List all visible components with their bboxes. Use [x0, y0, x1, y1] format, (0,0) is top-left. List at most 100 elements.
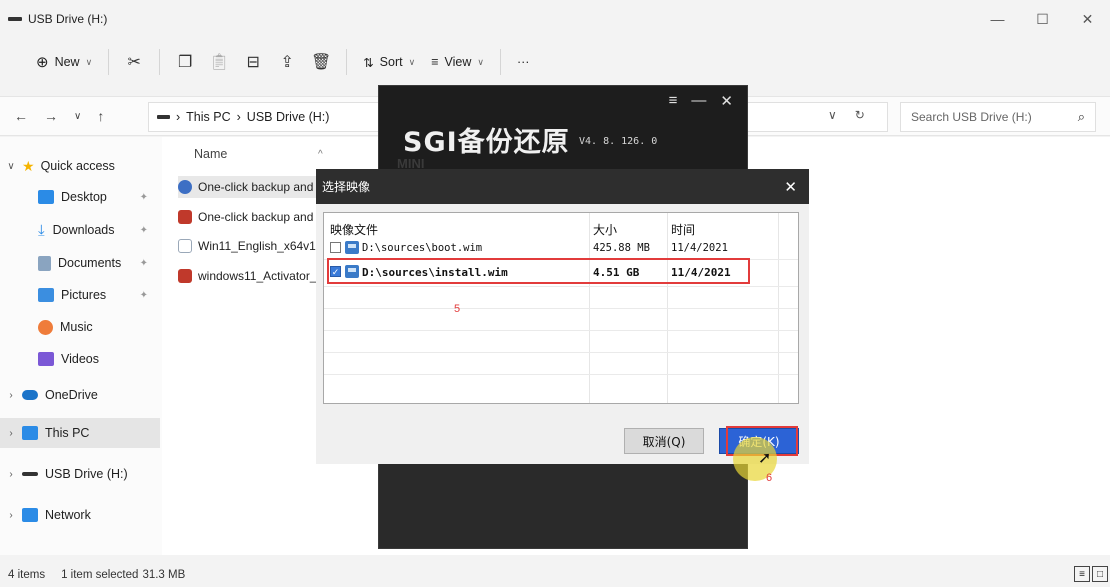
- view-toggle: ≡ □: [1074, 566, 1108, 582]
- download-icon: ⤓: [38, 221, 45, 239]
- sidebar-item-desktop[interactable]: Desktop ✦: [0, 182, 160, 212]
- sidebar-item-this-pc[interactable]: › This PC: [0, 418, 160, 448]
- breadcrumb-this-pc[interactable]: This PC: [186, 110, 230, 124]
- rename-icon: ⊟: [246, 54, 260, 71]
- sidebar-item-usb-drive[interactable]: › USB Drive (H:): [0, 459, 160, 489]
- sidebar-item-quick-access[interactable]: ∨ ★ Quick access: [0, 151, 160, 181]
- image-size: 425.88 MB: [593, 242, 650, 254]
- new-button-label: New: [54, 55, 80, 69]
- pin-icon: ✦: [139, 257, 148, 269]
- step-marker-5: 5: [454, 303, 461, 315]
- scissors-icon: ✂: [127, 54, 141, 71]
- image-path: D:\sources\boot.wim: [362, 242, 483, 254]
- search-placeholder: Search USB Drive (H:): [911, 110, 1032, 124]
- music-icon: [38, 319, 53, 335]
- sgi-app-icon: [178, 180, 192, 194]
- pictures-icon: [38, 288, 54, 302]
- sidebar-item-label: Videos: [61, 352, 99, 366]
- onedrive-icon: [22, 390, 38, 400]
- selection-count: 1 item selected: [61, 569, 139, 581]
- details-view-icon[interactable]: ≡: [1074, 566, 1090, 582]
- minimize-icon[interactable]: —: [691, 92, 706, 110]
- sidebar-item-downloads[interactable]: ⤓ Downloads ✦: [0, 215, 160, 245]
- more-options-button[interactable]: ···: [509, 46, 538, 78]
- sidebar-item-documents[interactable]: Documents ✦: [0, 248, 160, 278]
- sidebar-item-music[interactable]: Music: [0, 312, 160, 342]
- breadcrumb-separator-icon: ›: [176, 110, 181, 124]
- sort-ascending-icon: ^: [318, 149, 323, 160]
- sidebar-item-pictures[interactable]: Pictures ✦: [0, 280, 160, 310]
- new-button[interactable]: ⊕ New ∨: [28, 46, 100, 78]
- chevron-down-icon: ∨: [477, 56, 484, 67]
- sidebar-item-videos[interactable]: Videos: [0, 344, 160, 374]
- column-header-time[interactable]: 时间: [671, 221, 695, 238]
- archive-icon: [178, 269, 192, 283]
- column-header-name[interactable]: Name ^: [194, 147, 323, 161]
- chevron-right-icon[interactable]: ›: [0, 510, 22, 521]
- menu-icon[interactable]: ≡: [669, 92, 678, 110]
- trash-icon: 🗑︎: [311, 54, 332, 71]
- image-date: 11/4/2021: [671, 242, 728, 254]
- chevron-down-icon[interactable]: ∨: [0, 161, 22, 172]
- paste-button[interactable]: 📋︎: [202, 46, 236, 78]
- row-divider: [324, 352, 798, 353]
- copy-button[interactable]: ❐: [168, 46, 202, 78]
- view-button[interactable]: ≡ View ∨: [423, 46, 492, 78]
- address-history-chevron-icon[interactable]: ∨: [828, 108, 837, 122]
- navigation-pane: ∨ ★ Quick access Desktop ✦ ⤓ Downloads ✦…: [0, 137, 162, 555]
- tiles-view-icon[interactable]: □: [1092, 566, 1108, 582]
- sidebar-item-label: Documents: [58, 256, 122, 270]
- sidebar-item-label: Network: [45, 508, 91, 522]
- disc-image-icon: [178, 239, 192, 253]
- forward-arrow-icon[interactable]: →: [44, 108, 58, 124]
- up-arrow-icon[interactable]: ↑: [97, 108, 104, 124]
- cut-button[interactable]: ✂: [117, 46, 151, 78]
- chevron-right-icon[interactable]: ›: [0, 428, 22, 439]
- row-checkbox[interactable]: [330, 242, 341, 253]
- refresh-icon[interactable]: ↻: [855, 108, 865, 122]
- cancel-button[interactable]: 取消(Q): [624, 428, 704, 454]
- title-bar: USB Drive (H:) — ☐ ✕: [0, 0, 1110, 38]
- desktop-icon: [38, 190, 54, 204]
- close-icon[interactable]: ✕: [720, 92, 733, 110]
- videos-icon: [38, 352, 54, 366]
- rename-button[interactable]: ⊟: [236, 46, 270, 78]
- sidebar-item-label: Pictures: [61, 288, 107, 302]
- sidebar-item-network[interactable]: › Network: [0, 500, 160, 530]
- close-icon[interactable]: ✕: [784, 178, 797, 196]
- file-name: Win11_English_x64v1: [198, 239, 316, 253]
- column-header-label: Name: [194, 147, 228, 161]
- pin-icon: ✦: [139, 224, 148, 236]
- image-list: 映像文件 大小 时间 D:\sources\boot.wim 425.88 MB…: [323, 212, 799, 404]
- chevron-right-icon[interactable]: ›: [0, 469, 22, 480]
- column-header-size[interactable]: 大小: [593, 221, 617, 238]
- search-input[interactable]: Search USB Drive (H:) ⌕: [900, 102, 1096, 132]
- sidebar-item-label: USB Drive (H:): [45, 467, 128, 481]
- maximize-button[interactable]: ☐: [1020, 0, 1065, 38]
- sgi-window-controls: ≡ — ✕: [669, 92, 733, 110]
- breadcrumb-usb-drive[interactable]: USB Drive (H:): [247, 110, 330, 124]
- window-title: USB Drive (H:): [28, 12, 108, 26]
- usb-drive-icon: [22, 472, 38, 476]
- copy-icon: ❐: [178, 54, 193, 71]
- sidebar-item-label: Downloads: [52, 223, 115, 237]
- sidebar-item-onedrive[interactable]: › OneDrive: [0, 380, 160, 410]
- share-button[interactable]: ⇪: [270, 46, 304, 78]
- command-bar: ⊕ New ∨ ✂ ❐ 📋︎ ⊟ ⇪ 🗑︎ ⇅ Sort ∨ ≡ View ∨ …: [0, 38, 1110, 86]
- sort-button[interactable]: ⇅ Sort ∨: [355, 46, 423, 78]
- file-name: windows11_Activator_: [198, 269, 317, 283]
- minimize-button[interactable]: —: [975, 0, 1020, 38]
- back-arrow-icon[interactable]: ←: [14, 108, 28, 124]
- delete-button[interactable]: 🗑︎: [304, 46, 338, 78]
- toolbar-divider: [159, 49, 161, 75]
- network-icon: [22, 508, 38, 522]
- pin-icon: ✦: [139, 191, 148, 203]
- recent-chevron-icon[interactable]: ∨: [74, 111, 81, 122]
- close-button[interactable]: ✕: [1065, 0, 1110, 38]
- sidebar-item-label: Quick access: [40, 159, 115, 173]
- search-icon: ⌕: [1077, 109, 1085, 124]
- chevron-right-icon[interactable]: ›: [0, 390, 22, 401]
- toolbar-divider: [108, 49, 110, 75]
- mouse-pointer-icon: ➚: [758, 450, 772, 467]
- column-header-image-file[interactable]: 映像文件: [330, 221, 378, 238]
